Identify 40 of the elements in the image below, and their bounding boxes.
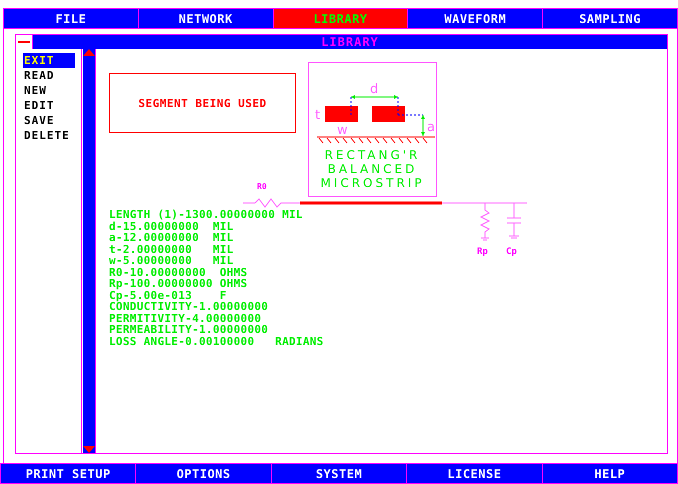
parameter-line: t-2.00000000 MIL	[109, 244, 235, 255]
dimension-label: a	[427, 120, 435, 135]
parameter-line: Cp-5.00e-013 F	[109, 290, 228, 301]
parameter-line: R0-10.00000000 OHMS	[109, 266, 248, 278]
window-title: LIBRARY	[320, 35, 380, 49]
component-label: R0	[257, 182, 267, 191]
dimension-label: d	[370, 82, 378, 97]
parameter-line: d-15.00000000 MIL	[109, 220, 235, 232]
component-label: Rp	[477, 247, 488, 257]
spacing-arrow	[350, 95, 398, 99]
command-item[interactable]: DELETE	[23, 128, 75, 143]
dimension-label: w	[337, 123, 348, 138]
parameter-line: a-12.00000000 MIL	[109, 232, 235, 244]
parameter-line: LENGTH (1)-1300.00000000 MIL	[109, 209, 304, 220]
parameter-line: Rp-100.00000000 OHMS	[109, 278, 248, 290]
command-item[interactable]: EDIT	[23, 98, 75, 113]
strip-conductor	[325, 106, 358, 122]
capacitor-symbol	[506, 202, 522, 238]
scrollbar[interactable]	[82, 49, 96, 453]
command-item[interactable]: SAVE	[23, 113, 75, 128]
resistor-symbol	[243, 198, 300, 208]
shunt-resistor-symbol	[480, 202, 490, 240]
command-item[interactable]: READ	[23, 68, 75, 83]
system-menu-icon[interactable]	[16, 35, 33, 49]
command-item[interactable]: NEW	[23, 83, 75, 98]
parameter-line: CONDUCTIVITY-1.00000000	[109, 301, 270, 312]
dimension-label: t	[315, 108, 320, 123]
height-arrow	[421, 114, 425, 136]
parameter-line: w-5.00000000 MIL	[109, 255, 235, 266]
scroll-down-icon[interactable]	[83, 446, 95, 453]
diagram-caption: RECTANG'R	[324, 148, 420, 162]
component-label: Cp	[506, 247, 517, 257]
parameter-line: PERMEABILITY-1.00000000	[109, 324, 270, 336]
parameter-line: PERMITIVITY-4.00000000	[109, 312, 262, 324]
segment-status-box: SEGMENT BEING USED	[109, 73, 296, 133]
diagram-caption: MICROSTRIP	[320, 176, 425, 190]
parameter-line: LOSS ANGLE-0.00100000 RADIANS	[109, 336, 324, 347]
diagram-caption: BALANCED	[328, 162, 418, 176]
command-item[interactable]: EXIT	[23, 53, 75, 68]
strip-conductor	[372, 106, 405, 122]
